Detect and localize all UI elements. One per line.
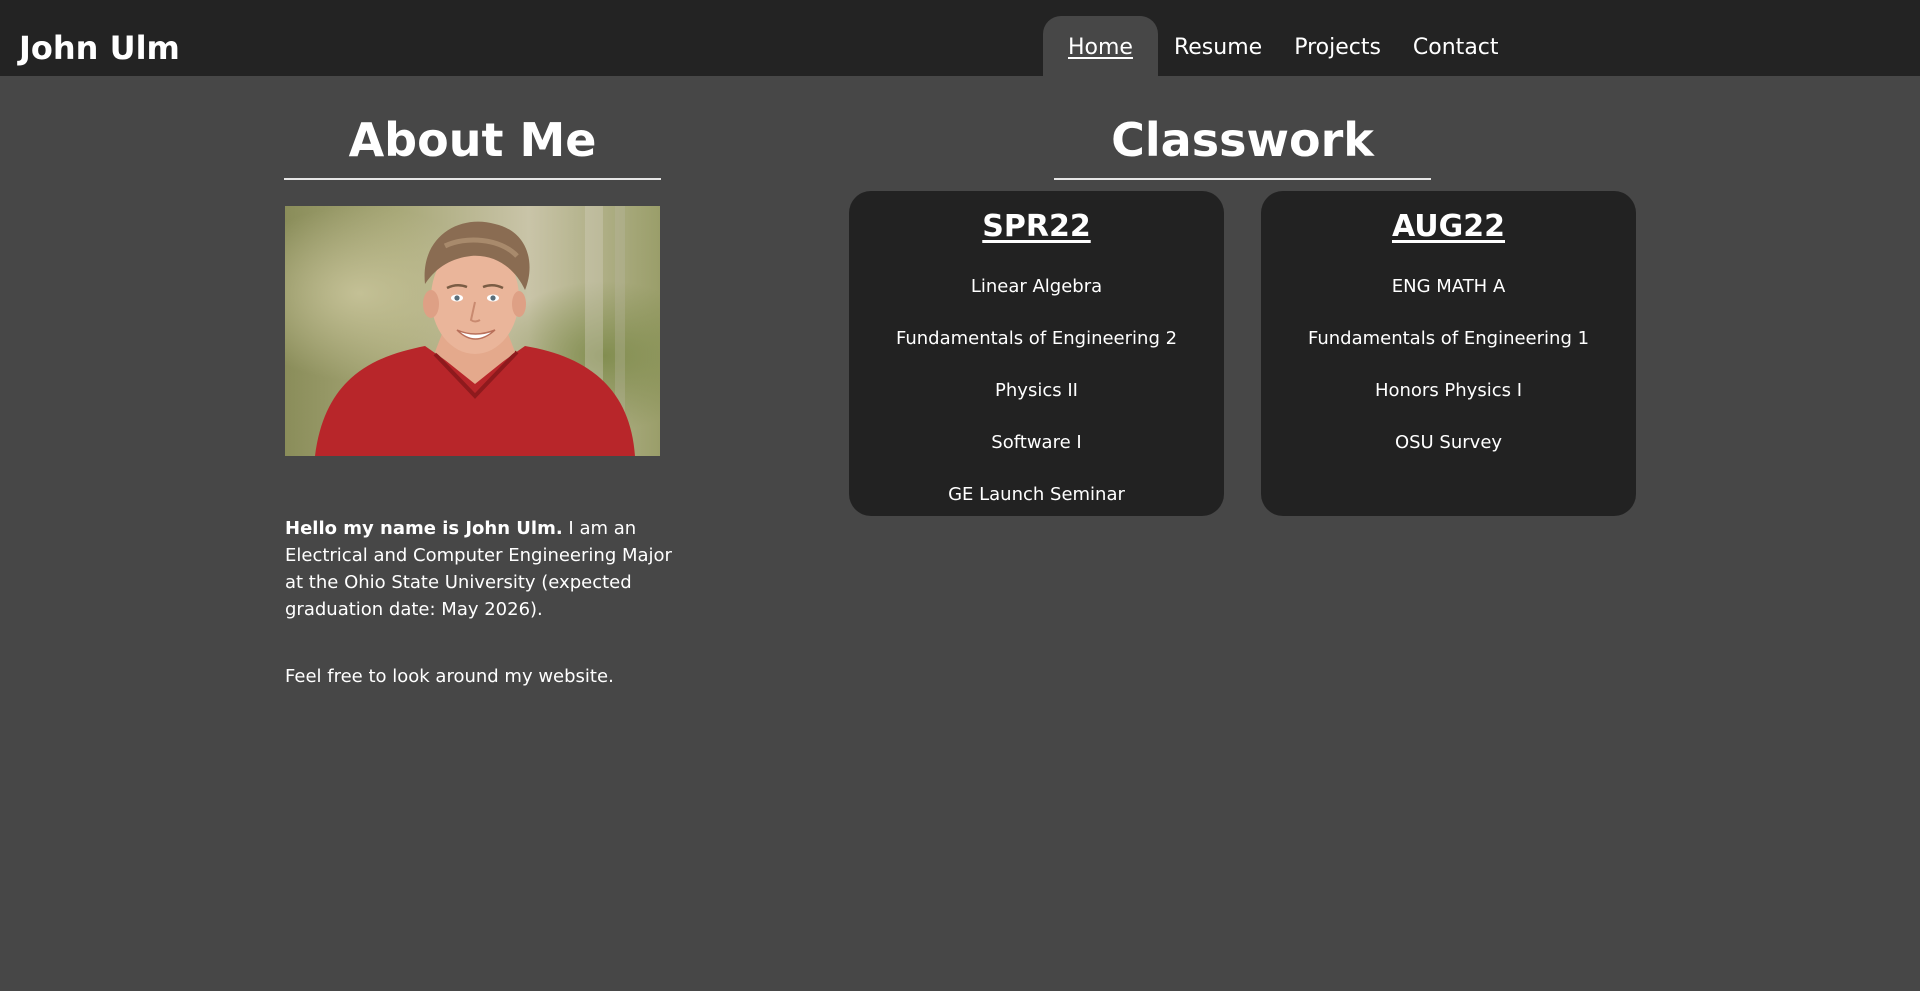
course-item: ENG MATH A (1391, 276, 1506, 297)
course-list: ENG MATH A Fundamentals of Engineering 1… (1261, 261, 1636, 469)
classwork-divider (1054, 178, 1431, 180)
nav-contact[interactable]: Contact (1397, 16, 1515, 76)
about-title: About Me (348, 113, 597, 167)
about-description: Hello my name is John Ulm. I am an Elect… (285, 515, 675, 690)
about-closing: Feel free to look around my website. (285, 666, 614, 687)
nav-resume[interactable]: Resume (1158, 16, 1278, 76)
site-title[interactable]: John Ulm (19, 26, 180, 70)
course-item: GE Launch Seminar (948, 484, 1125, 505)
course-item: Software I (991, 432, 1082, 453)
about-divider (284, 178, 661, 180)
course-item: Physics II (995, 380, 1078, 401)
about-intro: Hello my name is John Ulm. I am an Elect… (285, 515, 675, 623)
term-heading: SPR22 (982, 209, 1091, 244)
course-list: Linear Algebra Fundamentals of Engineeri… (849, 261, 1224, 521)
site-header: John Ulm Home Resume Projects Contact (0, 0, 1920, 76)
about-intro-bold: Hello my name is John Ulm. (285, 518, 563, 539)
profile-photo (285, 206, 660, 456)
classwork-title: Classwork (1111, 113, 1374, 167)
term-card-aug22: AUG22 ENG MATH A Fundamentals of Enginee… (1261, 191, 1636, 516)
nav-home[interactable]: Home (1043, 16, 1158, 76)
term-card-spr22: SPR22 Linear Algebra Fundamentals of Eng… (849, 191, 1224, 516)
course-item: Fundamentals of Engineering 2 (895, 328, 1178, 349)
course-item: Honors Physics I (1374, 380, 1523, 401)
course-item: OSU Survey (1394, 432, 1503, 453)
main-nav: Home Resume Projects Contact (1043, 16, 1515, 76)
course-item: Fundamentals of Engineering 1 (1307, 328, 1590, 349)
course-item: Linear Algebra (970, 276, 1103, 297)
term-heading: AUG22 (1391, 209, 1506, 244)
nav-projects[interactable]: Projects (1278, 16, 1397, 76)
